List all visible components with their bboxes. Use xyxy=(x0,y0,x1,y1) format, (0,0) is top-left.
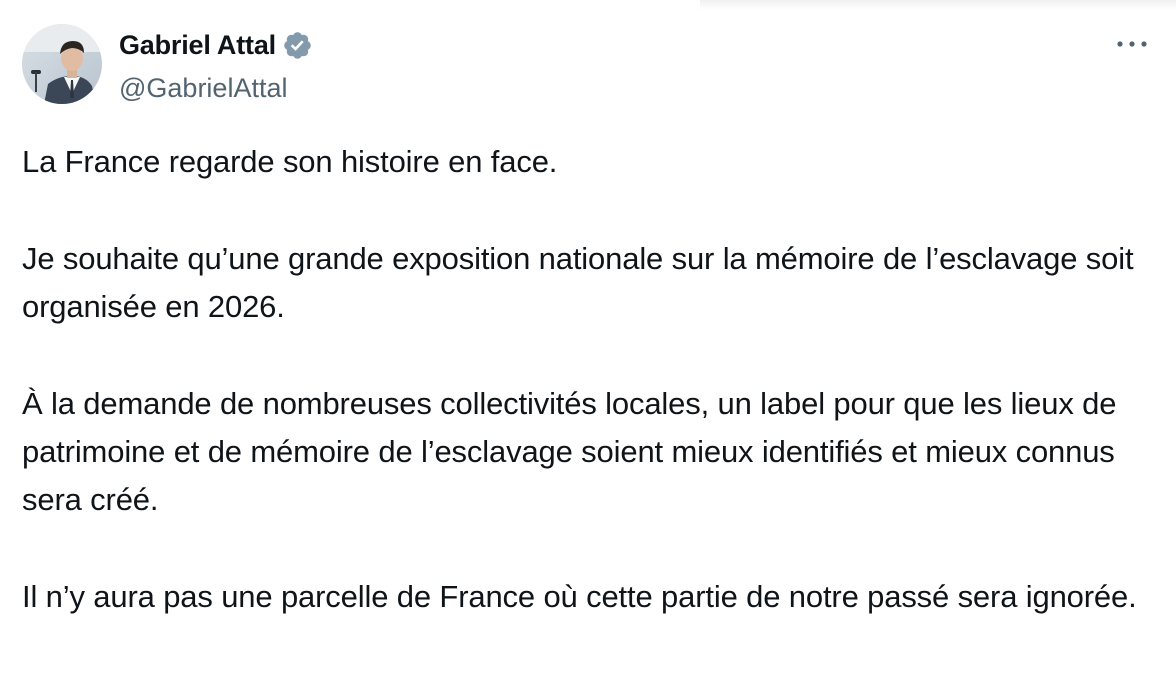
tweet-paragraph: Je souhaite qu’une grande exposition nat… xyxy=(22,241,1134,324)
name-row: Gabriel Attal xyxy=(119,28,313,62)
avatar-photo-icon xyxy=(22,24,102,104)
top-shadow xyxy=(700,0,1176,10)
tweet-paragraph: La France regarde son histoire en face. xyxy=(22,144,558,179)
author-handle[interactable]: @GabrielAttal xyxy=(119,71,313,105)
tweet-text: La France regarde son histoire en face. … xyxy=(22,138,1162,621)
author-identity: Gabriel Attal @GabrielAttal xyxy=(119,24,313,105)
tweet-paragraph: Il n’y aura pas une parcelle de France o… xyxy=(22,579,1137,614)
tweet-header: Gabriel Attal @GabrielAttal xyxy=(22,24,313,106)
author-display-name[interactable]: Gabriel Attal xyxy=(119,28,276,62)
tweet-paragraph: À la demande de nombreuses collectivités… xyxy=(22,386,1117,517)
verified-badge-icon[interactable] xyxy=(282,30,313,61)
more-options-button[interactable] xyxy=(1112,30,1152,58)
tweet-card: Gabriel Attal @GabrielAttal La France re… xyxy=(0,0,1176,674)
more-horizontal-icon xyxy=(1117,41,1147,47)
avatar[interactable] xyxy=(22,24,102,104)
